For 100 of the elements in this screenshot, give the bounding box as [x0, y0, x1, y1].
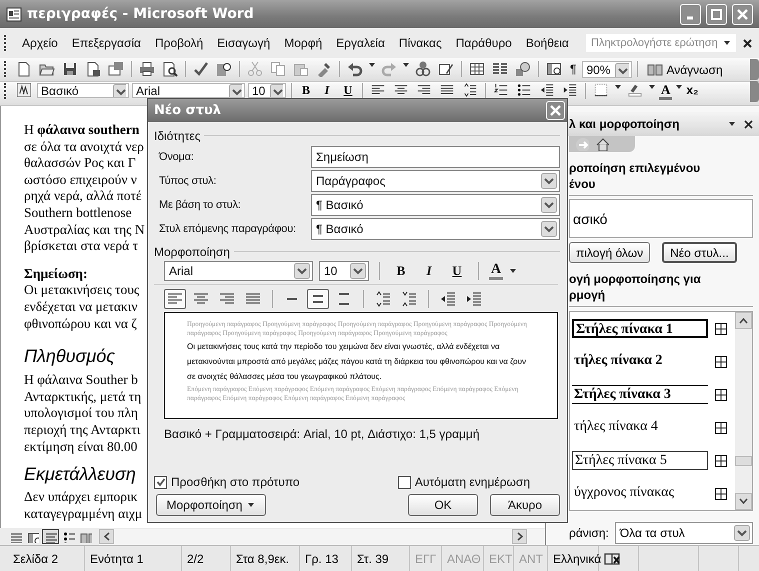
font-color-button[interactable]: A	[659, 83, 672, 100]
dropdown-arrow-icon[interactable]	[675, 83, 684, 91]
style-list-item[interactable]: Στήλες πίνακα 3	[572, 385, 708, 404]
pane-button[interactable]: πιλογή όλων	[569, 242, 650, 263]
dropdown-arrow-icon[interactable]	[229, 84, 242, 97]
menu-item[interactable]: Επεξεργασία	[64, 34, 148, 52]
menu-item[interactable]: Πίνακας	[392, 34, 449, 52]
cancel-button[interactable]: Άκυρο	[490, 494, 560, 516]
menu-item[interactable]: Μορφή	[277, 34, 330, 52]
underline-button[interactable]: U	[446, 263, 468, 279]
spellcheck-icon[interactable]	[193, 61, 209, 77]
brush-icon[interactable]	[316, 61, 332, 77]
undo-icon[interactable]	[347, 61, 363, 77]
name-field[interactable]: Σημείωση	[311, 146, 560, 168]
book-icon[interactable]	[647, 62, 664, 78]
new-document-icon[interactable]	[16, 61, 32, 77]
dropdown-arrow-icon[interactable]	[728, 120, 736, 128]
style-select[interactable]: Βασικό	[37, 83, 129, 98]
style-select[interactable]: ¶ Βασικό	[311, 218, 560, 240]
scroll-up-button[interactable]	[735, 312, 752, 329]
align-right-icon[interactable]	[416, 83, 432, 97]
decrease-indent-icon[interactable]	[440, 291, 456, 307]
justify-icon[interactable]	[439, 83, 455, 97]
increase-indent-icon[interactable]	[466, 291, 482, 307]
columns-icon[interactable]	[492, 61, 508, 77]
style-list-item[interactable]: Στήλες πίνακα 5	[572, 451, 708, 470]
style-select[interactable]: ¶ Βασικό	[311, 194, 560, 216]
scroll-right-button[interactable]	[512, 529, 527, 544]
pane-button[interactable]: Νέο στυλ...	[662, 242, 737, 263]
font-size-select[interactable]: 10	[248, 83, 286, 98]
dropdown-arrow-icon[interactable]	[368, 61, 376, 69]
close-icon[interactable]	[744, 120, 753, 128]
spelling-status-icon[interactable]	[604, 550, 620, 566]
highlight-icon[interactable]	[627, 83, 643, 97]
table-pen-icon[interactable]	[438, 61, 454, 77]
increase-spacing-icon[interactable]	[375, 291, 391, 307]
bold-button[interactable]: B	[297, 83, 315, 98]
center-icon[interactable]	[393, 83, 409, 97]
dropdown-arrow-icon[interactable]	[723, 39, 731, 47]
scroll-thumb[interactable]	[735, 456, 752, 466]
bullets-icon[interactable]	[516, 83, 532, 97]
italic-button[interactable]: I	[418, 263, 440, 279]
vertical-scrollbar[interactable]	[735, 312, 752, 510]
home-icon[interactable]	[595, 137, 609, 151]
font-color-button[interactable]: A	[489, 262, 504, 280]
drawing-icon[interactable]	[515, 61, 531, 77]
font-select[interactable]: Arial	[164, 261, 313, 281]
menu-item[interactable]: Εισαγωγή	[210, 34, 278, 52]
styles-icon[interactable]	[14, 83, 34, 97]
dropdown-arrow-icon[interactable]	[270, 84, 283, 97]
menu-item[interactable]: Προβολή	[148, 34, 210, 52]
show-select[interactable]: Όλα τα στυλ	[614, 522, 753, 544]
show-formatting-marks-button[interactable]: ¶	[567, 61, 580, 77]
subscript-button[interactable]: x₂	[686, 83, 698, 98]
menu-item[interactable]: Παράθυρο	[448, 34, 519, 52]
permission-icon[interactable]	[85, 61, 101, 77]
border-icon[interactable]	[593, 83, 609, 97]
horizontal-scrollbar[interactable]	[99, 528, 545, 544]
style-list-item[interactable]: Στήλες πίνακα 1	[572, 319, 708, 338]
menu-item[interactable]: Αρχείο	[15, 34, 65, 52]
style-list-item[interactable]: ύγχρονος πίνακας	[572, 484, 708, 503]
checkbox[interactable]	[154, 476, 167, 488]
word-app-icon[interactable]	[6, 6, 22, 22]
current-style-field[interactable]: ασικό	[569, 199, 753, 238]
menu-item[interactable]: Βοήθεια	[518, 34, 576, 52]
dropdown-arrow-icon[interactable]	[402, 61, 410, 69]
decrease-spacing-icon[interactable]	[401, 291, 417, 307]
format-menu-button[interactable]: Μορφοποίηση	[156, 494, 266, 516]
align-left-icon[interactable]	[370, 83, 386, 97]
table-icon[interactable]	[469, 61, 485, 77]
numbering-icon[interactable]	[493, 83, 509, 97]
font-select[interactable]: Arial	[132, 83, 245, 98]
caret-icon[interactable]	[247, 501, 256, 509]
style-list-item[interactable]: τήλες πίνακα 4	[572, 418, 708, 437]
style-select[interactable]: Παράγραφος	[311, 170, 560, 192]
save-icon[interactable]	[62, 61, 78, 77]
zoom-select[interactable]: 90%	[582, 61, 632, 78]
decrease-indent-icon[interactable]	[539, 83, 555, 97]
dropdown-arrow-icon[interactable]	[113, 84, 126, 97]
bold-button[interactable]: B	[390, 263, 412, 279]
checkbox[interactable]	[398, 476, 411, 488]
italic-button[interactable]: I	[318, 83, 336, 98]
ok-button[interactable]: OK	[408, 494, 478, 516]
reading-layout-button[interactable]: Ανάγνωση	[643, 61, 727, 78]
dropdown-arrow-icon[interactable]	[615, 62, 630, 76]
style-list-item[interactable]: τήλες πίνακα 2	[572, 352, 708, 371]
line-spacing-icon[interactable]	[462, 83, 478, 97]
document-map-icon[interactable]	[546, 61, 562, 77]
dropdown-arrow-icon[interactable]	[509, 267, 518, 275]
increase-indent-icon[interactable]	[562, 83, 578, 97]
menu-item[interactable]: Εργαλεία	[329, 34, 392, 52]
print-icon[interactable]	[139, 61, 155, 77]
dropdown-arrow-icon[interactable]	[614, 83, 622, 91]
print-preview-icon[interactable]	[162, 61, 178, 77]
close-icon[interactable]	[742, 38, 753, 48]
underline-button[interactable]: U	[339, 83, 357, 98]
dropdown-arrow-icon[interactable]	[648, 83, 656, 91]
scroll-down-button[interactable]	[735, 492, 752, 510]
font-size-select[interactable]: 10	[319, 261, 369, 281]
scroll-left-button[interactable]	[99, 529, 114, 544]
